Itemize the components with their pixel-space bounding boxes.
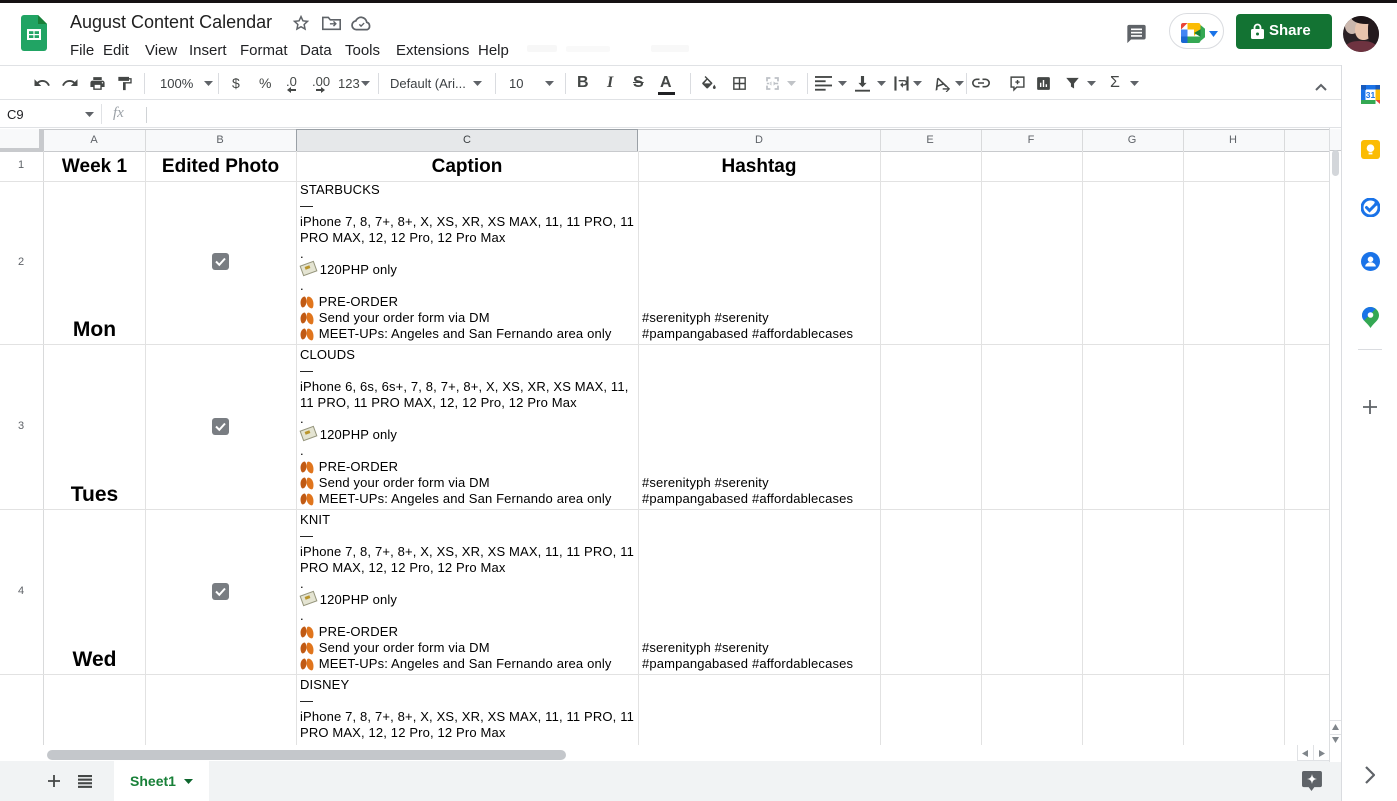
svg-text:31: 31: [1366, 90, 1376, 100]
